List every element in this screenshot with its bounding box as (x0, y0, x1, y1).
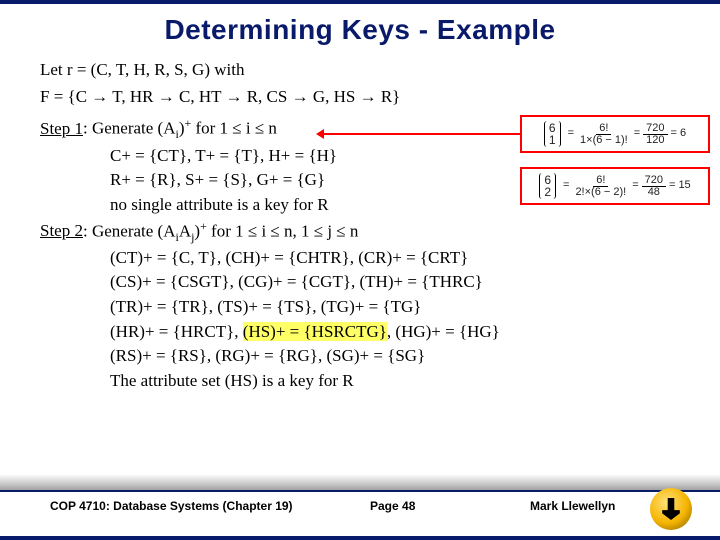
step1-block: Step 1: Generate (Ai)+ for 1 ≤ i ≤ n C+ … (40, 115, 680, 217)
step2-heading: Step 2: Generate (AiAj)+ for 1 ≤ i ≤ n, … (40, 218, 680, 246)
intro-line1: Let r = (C, T, H, R, S, G) with (40, 58, 680, 83)
step2-line1: (CT)+ = {C, T}, (CH)+ = {CHTR}, (CR)+ = … (110, 246, 680, 271)
result-2: 15 (678, 178, 690, 194)
footer-page: Page 48 (370, 499, 415, 513)
footer-author: Mark Llewellyn (530, 499, 615, 513)
arrow-icon: → (158, 87, 175, 106)
formula-box-1: 6 1 = 6! 1×(6 − 1)! = 720 120 = 6 (520, 115, 710, 153)
step2-line2: (CS)+ = {CSGT}, (CG)+ = {CGT}, (TH)+ = {… (110, 270, 680, 295)
frac-2b: 720 48 (642, 175, 666, 198)
frac-1b: 720 120 (643, 123, 667, 146)
arrow-icon: → (292, 87, 309, 106)
ucf-logo-icon (650, 488, 692, 530)
intro-block: Let r = (C, T, H, R, S, G) with F = {C →… (40, 58, 680, 109)
step2-line5: (RS)+ = {RS}, (RG)+ = {RG}, (SG)+ = {SG} (110, 344, 680, 369)
arrow-icon: → (225, 87, 242, 106)
arrow-icon: → (360, 87, 377, 106)
frac-1a: 6! 1×(6 − 1)! (577, 123, 631, 146)
step2-line3: (TR)+ = {TR}, (TS)+ = {TS}, (TG)+ = {TG} (110, 295, 680, 320)
step2-block: Step 2: Generate (AiAj)+ for 1 ≤ i ≤ n, … (40, 218, 680, 394)
slide: Determining Keys - Example Let r = (C, T… (0, 0, 720, 540)
frac-2a: 6! 2!×(6 − 2)! (572, 175, 629, 198)
arrow-icon: → (91, 87, 108, 106)
intro-line2: F = {C → T, HR → C, HT → R, CS → G, HS →… (40, 85, 680, 110)
highlighted-key: (HS)+ = {HSRCTG} (243, 322, 387, 341)
slide-title: Determining Keys - Example (40, 14, 680, 46)
binom-1: 6 1 (544, 121, 561, 147)
formula-box-2: 6 2 = 6! 2!×(6 − 2)! = 720 48 = 15 (520, 167, 710, 205)
step2-line4: (HR)+ = {HRCT}, (HS)+ = {HSRCTG}, (HG)+ … (110, 320, 680, 345)
callout-arrow (322, 133, 522, 135)
binom-2: 6 2 (539, 173, 556, 199)
result-1: 6 (680, 126, 686, 142)
footer-course: COP 4710: Database Systems (Chapter 19) (50, 499, 293, 513)
content: Let r = (C, T, H, R, S, G) with F = {C →… (40, 58, 680, 394)
footer: COP 4710: Database Systems (Chapter 19) … (0, 486, 720, 526)
step2-line6: The attribute set (HS) is a key for R (110, 369, 680, 394)
